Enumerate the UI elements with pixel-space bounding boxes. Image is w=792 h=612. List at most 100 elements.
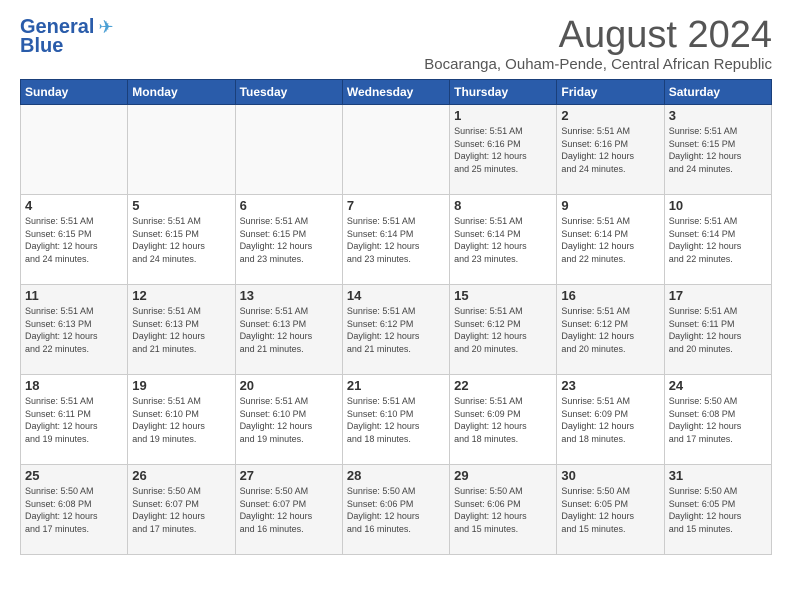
day-info: Sunrise: 5:50 AM Sunset: 6:08 PM Dayligh… <box>669 395 767 445</box>
day-number: 31 <box>669 468 767 483</box>
calendar-cell: 17 Sunrise: 5:51 AM Sunset: 6:11 PM Dayli… <box>664 285 771 375</box>
day-info: Sunrise: 5:50 AM Sunset: 6:07 PM Dayligh… <box>240 485 338 535</box>
day-info: Sunrise: 5:51 AM Sunset: 6:13 PM Dayligh… <box>25 305 123 355</box>
month-title: August 2024 <box>424 16 772 54</box>
day-number: 13 <box>240 288 338 303</box>
day-number: 28 <box>347 468 445 483</box>
day-info: Sunrise: 5:51 AM Sunset: 6:10 PM Dayligh… <box>240 395 338 445</box>
day-info: Sunrise: 5:51 AM Sunset: 6:16 PM Dayligh… <box>454 125 552 175</box>
calendar-cell: 30 Sunrise: 5:50 AM Sunset: 6:05 PM Dayli… <box>557 465 664 555</box>
day-number: 14 <box>347 288 445 303</box>
day-info: Sunrise: 5:50 AM Sunset: 6:05 PM Dayligh… <box>669 485 767 535</box>
calendar-cell: 16 Sunrise: 5:51 AM Sunset: 6:12 PM Dayli… <box>557 285 664 375</box>
day-number: 15 <box>454 288 552 303</box>
day-info: Sunrise: 5:51 AM Sunset: 6:15 PM Dayligh… <box>240 215 338 265</box>
calendar-cell: 3 Sunrise: 5:51 AM Sunset: 6:15 PM Daylig… <box>664 105 771 195</box>
calendar-cell: 28 Sunrise: 5:50 AM Sunset: 6:06 PM Dayli… <box>342 465 449 555</box>
day-number: 5 <box>132 198 230 213</box>
day-number: 2 <box>561 108 659 123</box>
day-info: Sunrise: 5:50 AM Sunset: 6:06 PM Dayligh… <box>347 485 445 535</box>
day-info: Sunrise: 5:51 AM Sunset: 6:15 PM Dayligh… <box>669 125 767 175</box>
day-number: 6 <box>240 198 338 213</box>
day-header-saturday: Saturday <box>664 80 771 105</box>
day-number: 29 <box>454 468 552 483</box>
day-info: Sunrise: 5:50 AM Sunset: 6:06 PM Dayligh… <box>454 485 552 535</box>
calendar-cell: 19 Sunrise: 5:51 AM Sunset: 6:10 PM Dayli… <box>128 375 235 465</box>
header: General ✈ Blue August 2024 Bocaranga, Ou… <box>20 16 772 73</box>
day-info: Sunrise: 5:51 AM Sunset: 6:14 PM Dayligh… <box>454 215 552 265</box>
calendar-cell: 4 Sunrise: 5:51 AM Sunset: 6:15 PM Daylig… <box>21 195 128 285</box>
day-info: Sunrise: 5:51 AM Sunset: 6:15 PM Dayligh… <box>132 215 230 265</box>
day-number: 19 <box>132 378 230 393</box>
day-info: Sunrise: 5:51 AM Sunset: 6:13 PM Dayligh… <box>240 305 338 355</box>
calendar-cell: 25 Sunrise: 5:50 AM Sunset: 6:08 PM Dayli… <box>21 465 128 555</box>
day-number: 17 <box>669 288 767 303</box>
day-number: 16 <box>561 288 659 303</box>
day-number: 25 <box>25 468 123 483</box>
day-info: Sunrise: 5:51 AM Sunset: 6:15 PM Dayligh… <box>25 215 123 265</box>
day-number: 3 <box>669 108 767 123</box>
day-number: 7 <box>347 198 445 213</box>
day-header-wednesday: Wednesday <box>342 80 449 105</box>
logo-bird-icon: ✈ <box>98 17 113 38</box>
day-header-friday: Friday <box>557 80 664 105</box>
day-info: Sunrise: 5:51 AM Sunset: 6:12 PM Dayligh… <box>347 305 445 355</box>
day-info: Sunrise: 5:51 AM Sunset: 6:10 PM Dayligh… <box>347 395 445 445</box>
day-number: 4 <box>25 198 123 213</box>
day-number: 20 <box>240 378 338 393</box>
day-info: Sunrise: 5:51 AM Sunset: 6:09 PM Dayligh… <box>454 395 552 445</box>
day-info: Sunrise: 5:51 AM Sunset: 6:16 PM Dayligh… <box>561 125 659 175</box>
day-header-thursday: Thursday <box>450 80 557 105</box>
day-header-monday: Monday <box>128 80 235 105</box>
day-info: Sunrise: 5:51 AM Sunset: 6:14 PM Dayligh… <box>561 215 659 265</box>
calendar-cell: 27 Sunrise: 5:50 AM Sunset: 6:07 PM Dayli… <box>235 465 342 555</box>
day-info: Sunrise: 5:50 AM Sunset: 6:08 PM Dayligh… <box>25 485 123 535</box>
calendar-cell: 31 Sunrise: 5:50 AM Sunset: 6:05 PM Dayli… <box>664 465 771 555</box>
day-number: 8 <box>454 198 552 213</box>
day-number: 1 <box>454 108 552 123</box>
day-info: Sunrise: 5:50 AM Sunset: 6:07 PM Dayligh… <box>132 485 230 535</box>
calendar-cell: 5 Sunrise: 5:51 AM Sunset: 6:15 PM Daylig… <box>128 195 235 285</box>
day-info: Sunrise: 5:51 AM Sunset: 6:11 PM Dayligh… <box>25 395 123 445</box>
calendar-cell: 18 Sunrise: 5:51 AM Sunset: 6:11 PM Dayli… <box>21 375 128 465</box>
day-number: 10 <box>669 198 767 213</box>
calendar-cell: 7 Sunrise: 5:51 AM Sunset: 6:14 PM Daylig… <box>342 195 449 285</box>
day-number: 21 <box>347 378 445 393</box>
day-info: Sunrise: 5:51 AM Sunset: 6:09 PM Dayligh… <box>561 395 659 445</box>
calendar-cell: 9 Sunrise: 5:51 AM Sunset: 6:14 PM Daylig… <box>557 195 664 285</box>
day-number: 12 <box>132 288 230 303</box>
day-number: 23 <box>561 378 659 393</box>
calendar-cell: 20 Sunrise: 5:51 AM Sunset: 6:10 PM Dayli… <box>235 375 342 465</box>
day-number: 18 <box>25 378 123 393</box>
calendar-cell: 1 Sunrise: 5:51 AM Sunset: 6:16 PM Daylig… <box>450 105 557 195</box>
day-number: 9 <box>561 198 659 213</box>
day-info: Sunrise: 5:51 AM Sunset: 6:12 PM Dayligh… <box>454 305 552 355</box>
day-info: Sunrise: 5:51 AM Sunset: 6:10 PM Dayligh… <box>132 395 230 445</box>
calendar-cell: 12 Sunrise: 5:51 AM Sunset: 6:13 PM Dayli… <box>128 285 235 375</box>
calendar-cell: 14 Sunrise: 5:51 AM Sunset: 6:12 PM Dayli… <box>342 285 449 375</box>
day-number: 22 <box>454 378 552 393</box>
day-info: Sunrise: 5:50 AM Sunset: 6:05 PM Dayligh… <box>561 485 659 535</box>
calendar-cell: 10 Sunrise: 5:51 AM Sunset: 6:14 PM Dayli… <box>664 195 771 285</box>
calendar-cell: 13 Sunrise: 5:51 AM Sunset: 6:13 PM Dayli… <box>235 285 342 375</box>
day-info: Sunrise: 5:51 AM Sunset: 6:14 PM Dayligh… <box>347 215 445 265</box>
calendar-cell: 21 Sunrise: 5:51 AM Sunset: 6:10 PM Dayli… <box>342 375 449 465</box>
calendar-cell <box>235 105 342 195</box>
calendar-cell: 15 Sunrise: 5:51 AM Sunset: 6:12 PM Dayli… <box>450 285 557 375</box>
day-number: 26 <box>132 468 230 483</box>
day-number: 24 <box>669 378 767 393</box>
logo: General ✈ Blue <box>20 16 114 58</box>
day-info: Sunrise: 5:51 AM Sunset: 6:13 PM Dayligh… <box>132 305 230 355</box>
day-info: Sunrise: 5:51 AM Sunset: 6:11 PM Dayligh… <box>669 305 767 355</box>
calendar-cell <box>342 105 449 195</box>
day-info: Sunrise: 5:51 AM Sunset: 6:14 PM Dayligh… <box>669 215 767 265</box>
calendar-cell: 22 Sunrise: 5:51 AM Sunset: 6:09 PM Dayli… <box>450 375 557 465</box>
subtitle: Bocaranga, Ouham-Pende, Central African … <box>424 56 772 73</box>
title-block: August 2024 Bocaranga, Ouham-Pende, Cent… <box>424 16 772 73</box>
day-number: 27 <box>240 468 338 483</box>
day-number: 11 <box>25 288 123 303</box>
day-number: 30 <box>561 468 659 483</box>
day-info: Sunrise: 5:51 AM Sunset: 6:12 PM Dayligh… <box>561 305 659 355</box>
calendar-cell <box>128 105 235 195</box>
calendar: SundayMondayTuesdayWednesdayThursdayFrid… <box>20 79 772 555</box>
